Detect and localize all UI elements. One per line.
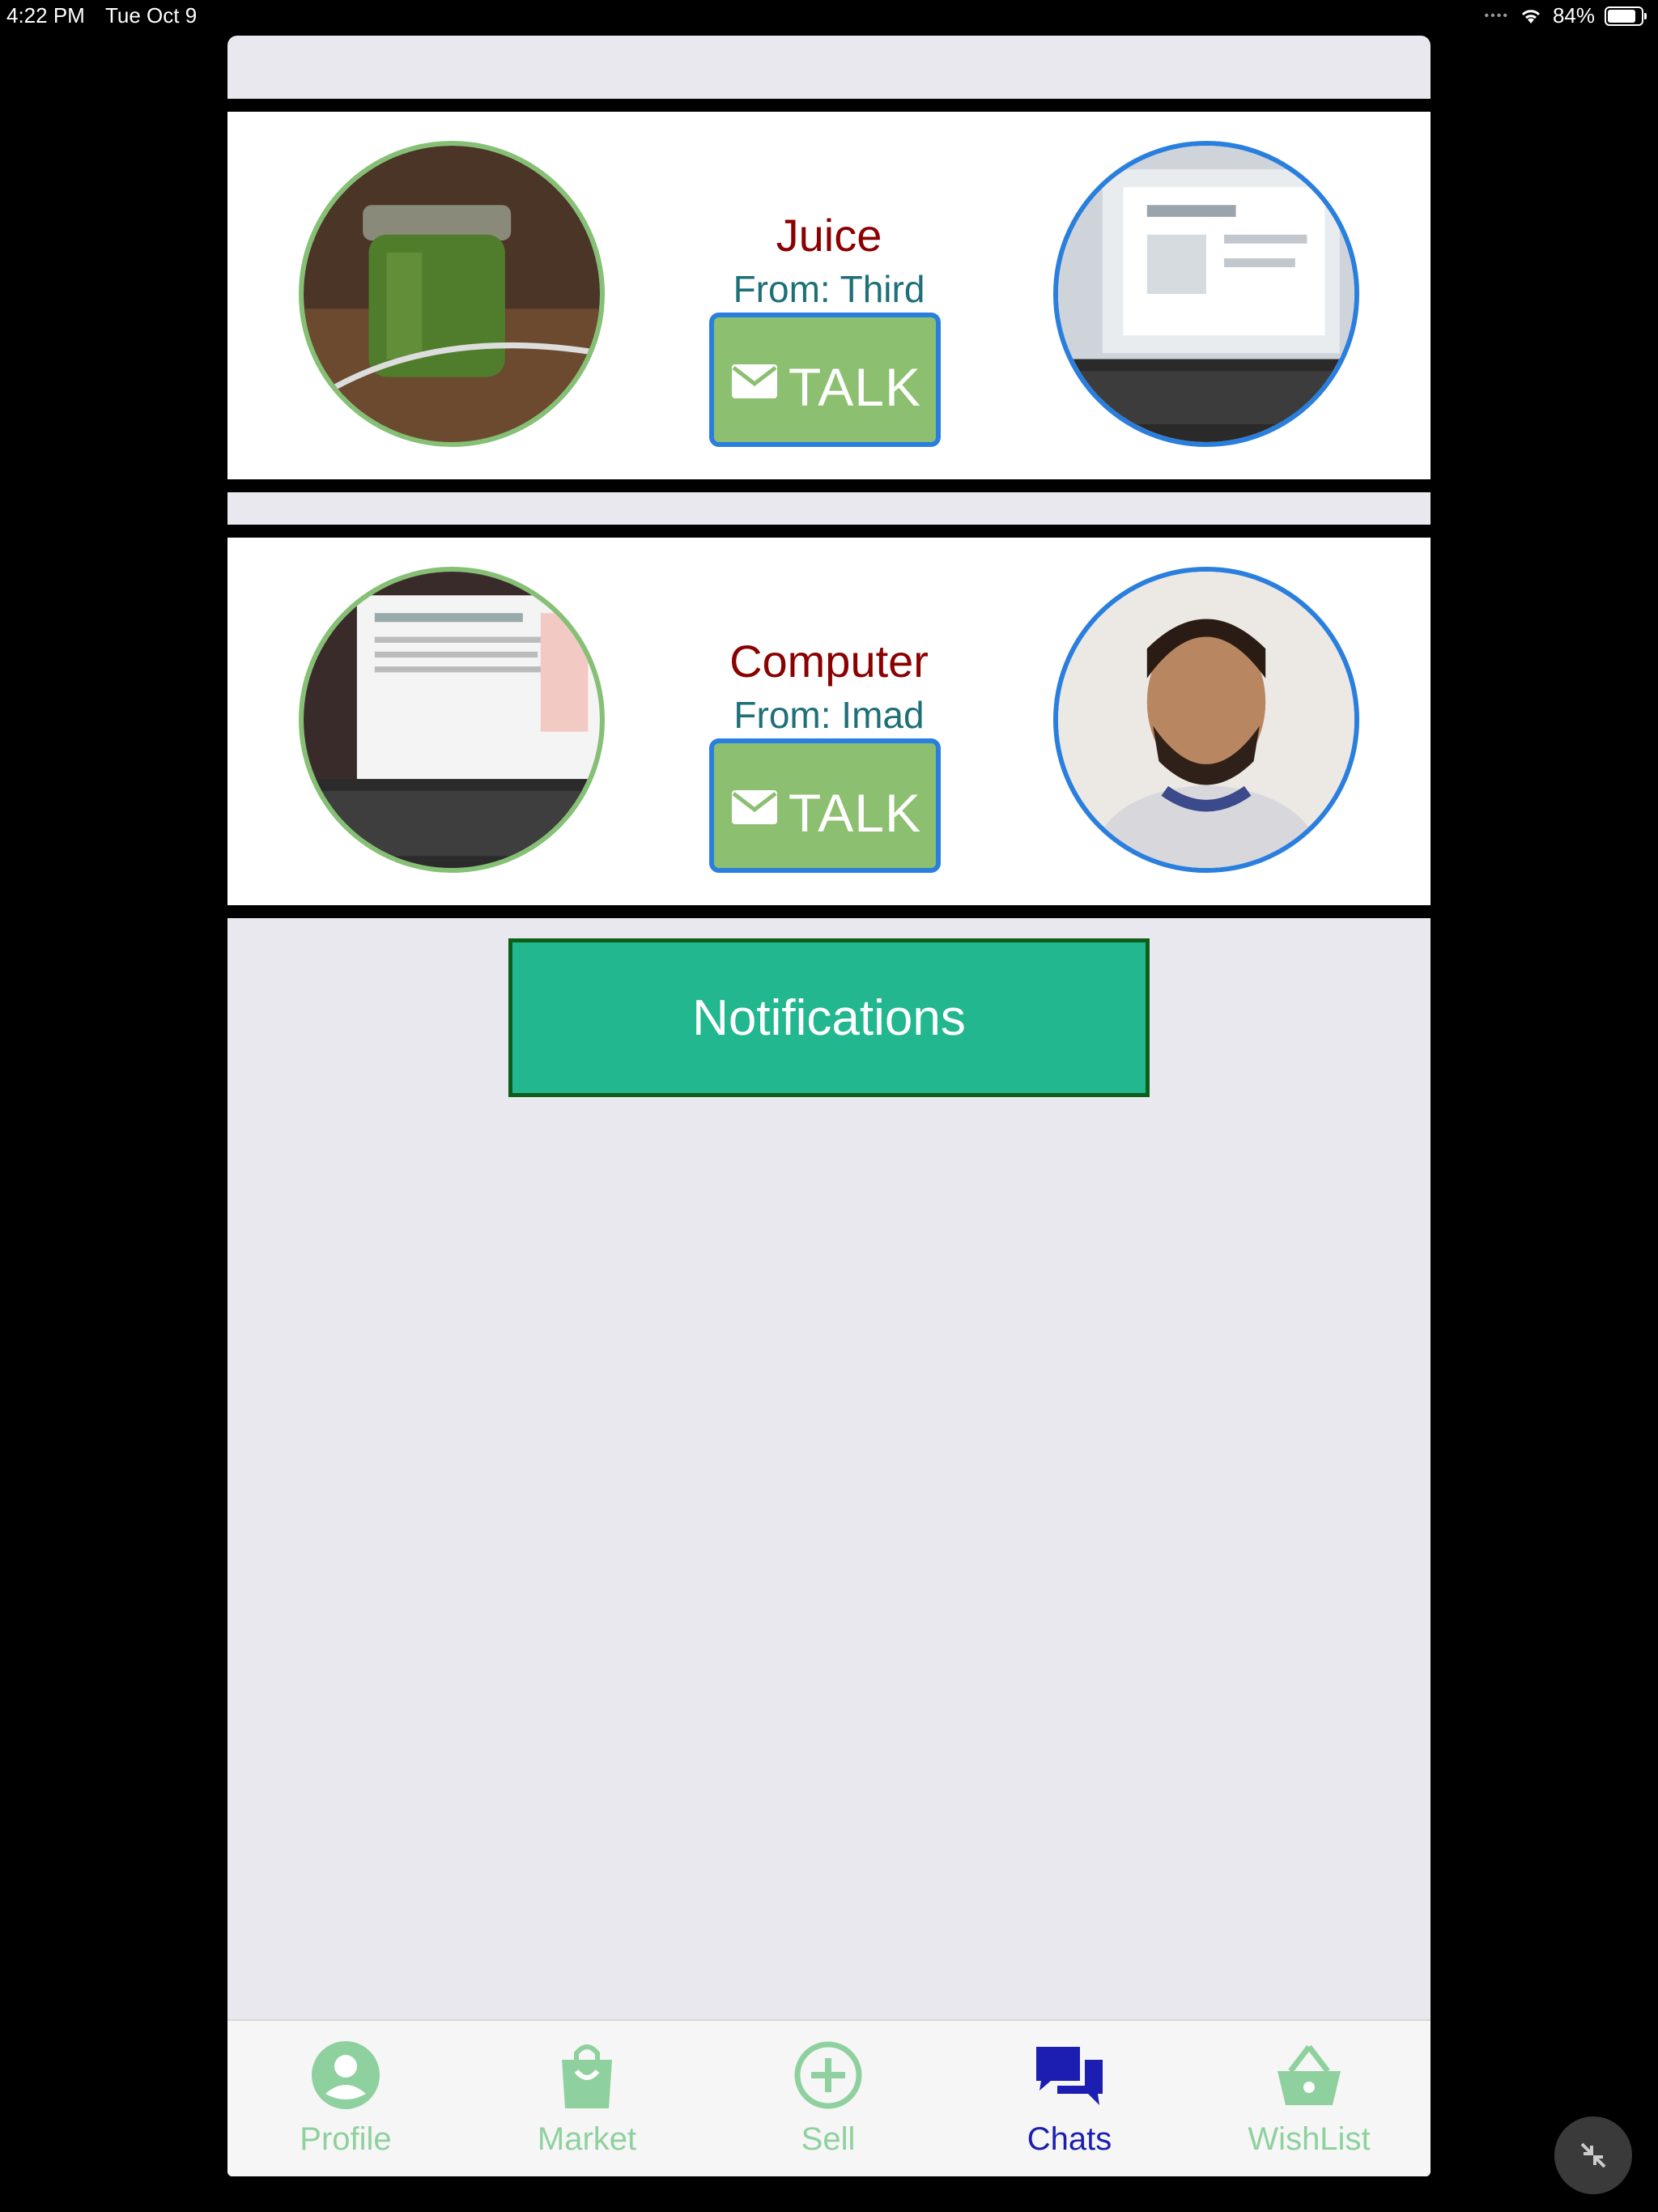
chat-card[interactable]: Juice From: Third TALK	[227, 112, 1431, 479]
tab-label: Market	[537, 2121, 637, 2157]
tab-label: Sell	[801, 2121, 856, 2157]
signal-dots-icon: ••••	[1484, 8, 1509, 23]
divider	[227, 905, 1431, 918]
plus-circle-icon	[794, 2041, 862, 2109]
status-right: •••• 84%	[1484, 3, 1647, 28]
divider	[227, 99, 1431, 112]
tab-profile[interactable]: Profile	[265, 2021, 427, 2176]
mail-icon	[732, 364, 777, 398]
tab-chats[interactable]: Chats	[988, 2021, 1150, 2176]
collapse-arrows-icon	[1580, 2142, 1606, 2168]
assistive-touch-button[interactable]	[1554, 2116, 1632, 2194]
status-time: 4:22 PM	[6, 3, 85, 28]
shopping-bag-icon	[562, 2044, 612, 2108]
talk-button[interactable]: TALK	[709, 738, 941, 873]
battery-percent: 84%	[1552, 3, 1595, 28]
tab-label: Profile	[300, 2121, 392, 2157]
talk-label: TALK	[788, 783, 921, 843]
divider	[227, 525, 1431, 538]
basket-icon	[1278, 2044, 1341, 2105]
battery-icon	[1605, 6, 1647, 26]
tab-wishlist[interactable]: WishList	[1228, 2021, 1390, 2176]
notifications-button[interactable]: Notifications	[508, 938, 1150, 1097]
tab-sell[interactable]: Sell	[747, 2021, 909, 2176]
talk-label: TALK	[788, 357, 921, 417]
mail-icon	[732, 790, 777, 824]
wifi-icon	[1521, 9, 1541, 23]
talk-button[interactable]: TALK	[709, 313, 941, 447]
divider	[227, 479, 1431, 492]
chat-bubbles-icon	[1036, 2047, 1103, 2105]
tab-label: WishList	[1248, 2121, 1371, 2157]
status-date: Tue Oct 9	[105, 3, 198, 28]
chat-card[interactable]: Computer From: Imad TALK	[227, 538, 1431, 905]
app-window: Juice From: Third TALK Computer From: Im…	[227, 36, 1431, 2176]
person-circle-icon	[312, 2041, 380, 2109]
tab-market[interactable]: Market	[506, 2021, 668, 2176]
tab-label: Chats	[1027, 2121, 1112, 2157]
user-photo[interactable]	[1053, 141, 1359, 447]
tab-bar: Profile Market Sell Chats WishList	[227, 2019, 1431, 2176]
user-photo[interactable]	[1053, 567, 1359, 873]
status-bar: 4:22 PM Tue Oct 9 •••• 84%	[0, 0, 1658, 32]
